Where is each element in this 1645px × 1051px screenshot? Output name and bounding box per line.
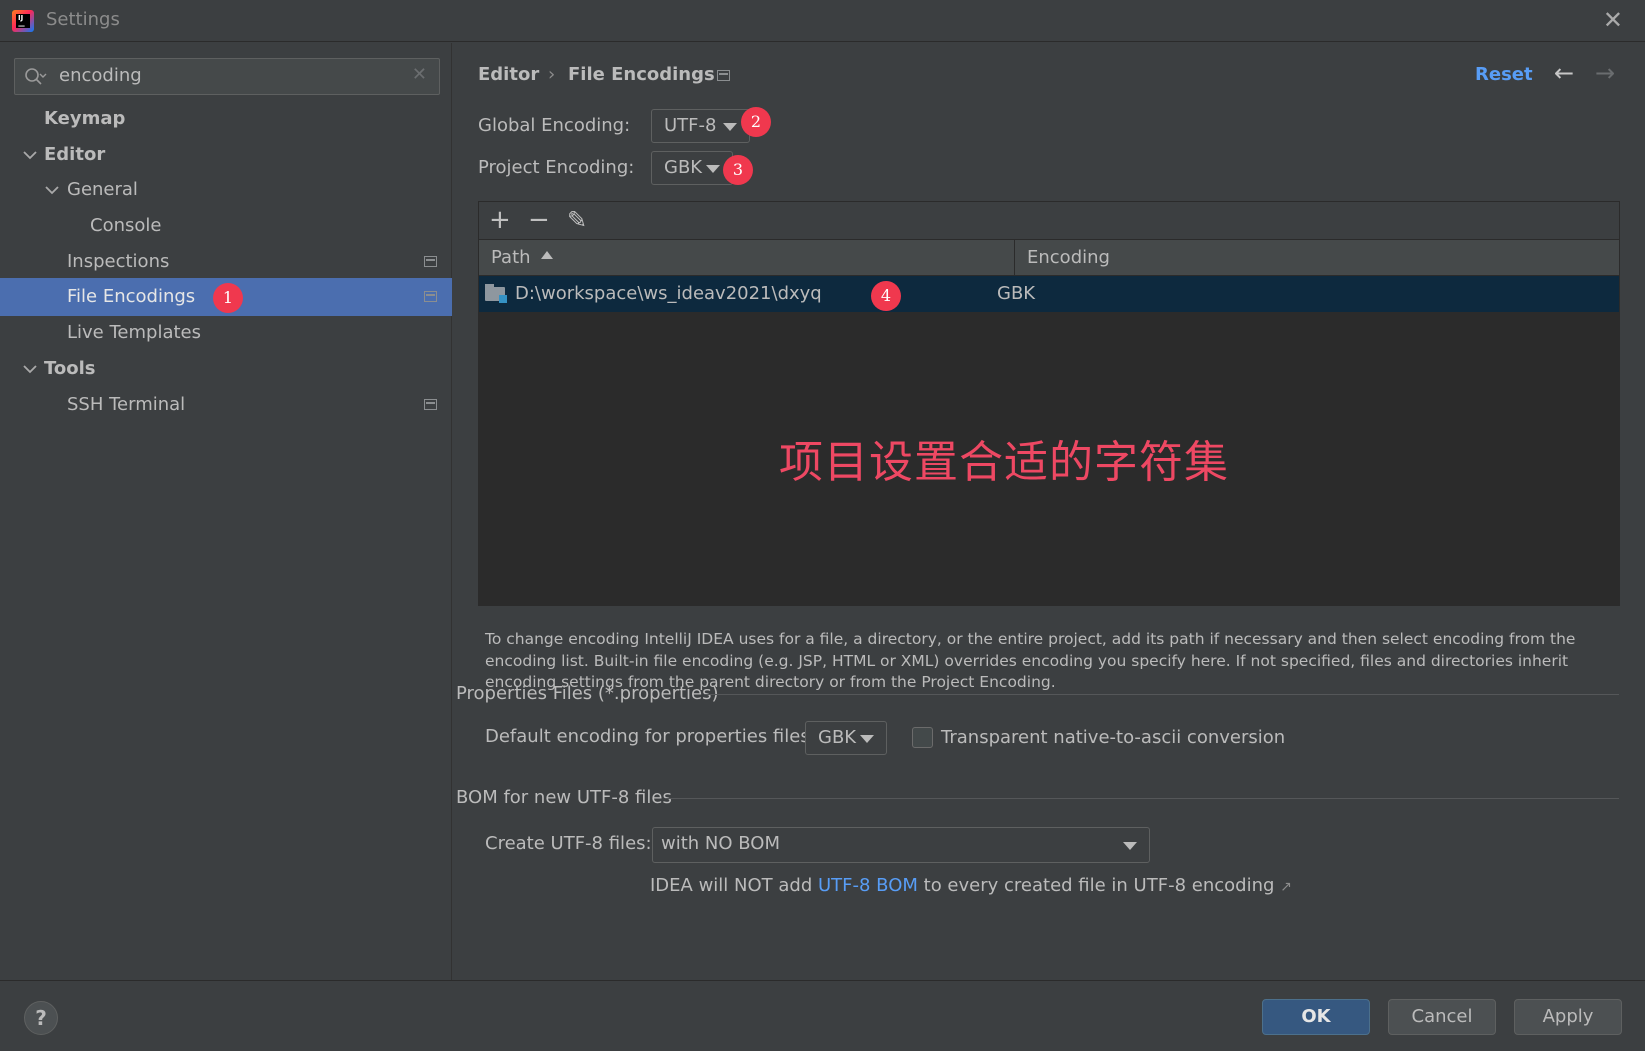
- step-badge-3: 3: [723, 155, 753, 185]
- column-header-label: Path: [491, 247, 531, 268]
- properties-encoding-value: GBK: [818, 727, 857, 748]
- project-scope-icon: [424, 256, 437, 267]
- sidebar-item-label: Keymap: [44, 108, 126, 129]
- project-encoding-value: GBK: [664, 157, 703, 178]
- folder-icon: [485, 284, 507, 303]
- step-badge-4: 4: [871, 281, 901, 311]
- search-field[interactable]: encoding ✕: [14, 58, 440, 95]
- global-encoding-value: UTF-8: [664, 115, 717, 136]
- path-cell[interactable]: D:\workspace\ws_ideav2021\dxyq: [509, 276, 1009, 312]
- sort-ascending-icon: [540, 251, 553, 259]
- sidebar-item-label: Editor: [44, 144, 106, 165]
- sidebar-item-keymap[interactable]: Keymap: [0, 100, 452, 138]
- edit-pencil-icon[interactable]: ✎: [567, 204, 587, 236]
- project-scope-icon: [717, 70, 730, 81]
- bom-note: IDEA will NOT add UTF-8 BOM to every cre…: [650, 875, 1292, 896]
- sidebar-item-inspections[interactable]: Inspections: [0, 243, 452, 281]
- search-input[interactable]: encoding: [59, 65, 142, 86]
- step-badge-2: 2: [741, 107, 771, 137]
- breadcrumb-separator: ›: [548, 64, 556, 85]
- apply-button[interactable]: Apply: [1514, 999, 1622, 1035]
- chevron-down-icon[interactable]: [22, 362, 38, 376]
- search-icon: [25, 68, 47, 85]
- encoding-cell[interactable]: GBK: [997, 276, 1035, 312]
- back-arrow-icon[interactable]: ←: [1554, 59, 1574, 87]
- project-scope-icon: [424, 291, 437, 302]
- breadcrumb-editor[interactable]: Editor: [478, 64, 539, 85]
- sidebar-item-label: Inspections: [67, 251, 170, 272]
- external-link-icon[interactable]: ↗: [1280, 879, 1292, 895]
- global-encoding-label: Global Encoding:: [478, 115, 631, 136]
- dropdown-arrow-icon: [860, 735, 874, 743]
- table-row[interactable]: D:\workspace\ws_ideav2021\dxyq 4 GBK: [479, 276, 1619, 312]
- group-separator: [705, 694, 1619, 695]
- project-scope-icon: [424, 399, 437, 410]
- sidebar-item-console[interactable]: Console: [0, 207, 452, 245]
- cancel-button[interactable]: Cancel: [1388, 999, 1496, 1035]
- native-to-ascii-label[interactable]: Transparent native-to-ascii conversion: [941, 727, 1285, 748]
- properties-encoding-dropdown[interactable]: GBK: [805, 721, 887, 755]
- dialog-footer: ? OK Cancel Apply: [0, 980, 1645, 1051]
- sidebar-item-label: Console: [90, 215, 162, 236]
- bom-note-text: to every created file in UTF-8 encoding: [917, 875, 1275, 896]
- sidebar-item-label: General: [67, 179, 138, 200]
- dropdown-arrow-icon: [1123, 842, 1137, 850]
- add-icon[interactable]: +: [489, 204, 511, 236]
- sidebar-item-file-encodings[interactable]: File Encodings 1: [0, 278, 452, 316]
- remove-icon[interactable]: −: [528, 204, 550, 236]
- table-toolbar: + − ✎: [479, 202, 1619, 240]
- table-body: D:\workspace\ws_ideav2021\dxyq 4 GBK 项目设…: [479, 276, 1619, 605]
- properties-default-label: Default encoding for properties files:: [485, 726, 816, 747]
- table-header: Path Encoding: [479, 240, 1619, 276]
- sidebar-item-label: Live Templates: [67, 322, 201, 343]
- sidebar-item-general[interactable]: General: [0, 171, 452, 209]
- group-separator: [665, 798, 1619, 799]
- native-to-ascii-checkbox[interactable]: [912, 727, 933, 748]
- settings-sidebar: encoding ✕ Keymap Editor General Console…: [0, 43, 452, 980]
- dropdown-arrow-icon: [723, 123, 737, 131]
- step-badge-1: 1: [213, 283, 243, 313]
- project-encoding-dropdown[interactable]: GBK: [651, 151, 733, 185]
- create-utf8-value: with NO BOM: [661, 833, 780, 854]
- ok-button[interactable]: OK: [1262, 999, 1370, 1035]
- create-utf8-label: Create UTF-8 files:: [485, 833, 652, 854]
- sidebar-item-editor[interactable]: Editor: [0, 136, 452, 174]
- sidebar-item-tools[interactable]: Tools: [0, 350, 452, 388]
- sidebar-item-label: SSH Terminal: [67, 394, 186, 415]
- annotation-text: 项目设置合适的字符集: [779, 437, 1229, 488]
- chevron-down-icon[interactable]: [44, 183, 60, 197]
- sidebar-item-live-templates[interactable]: Live Templates: [0, 314, 452, 352]
- column-header-encoding[interactable]: Encoding: [1015, 240, 1619, 276]
- create-utf8-dropdown[interactable]: with NO BOM: [652, 827, 1150, 863]
- sidebar-item-ssh-terminal[interactable]: SSH Terminal: [0, 386, 452, 424]
- help-button[interactable]: ?: [24, 1001, 58, 1035]
- reset-link[interactable]: Reset: [1475, 64, 1533, 85]
- column-header-path[interactable]: Path: [479, 240, 1015, 276]
- project-encoding-label: Project Encoding:: [478, 157, 635, 178]
- page-title: File Encodings: [568, 64, 715, 85]
- sidebar-item-label: File Encodings: [67, 286, 196, 307]
- path-encoding-table: + − ✎ Path Encoding D:\workspace\ws_idea…: [478, 201, 1620, 606]
- intellij-app-icon: IJ —: [12, 10, 34, 32]
- chevron-down-icon[interactable]: [22, 148, 38, 162]
- sidebar-item-label: Tools: [44, 358, 96, 379]
- column-header-label: Encoding: [1027, 247, 1110, 268]
- properties-group-title: Properties Files (*.properties): [456, 683, 719, 704]
- global-encoding-dropdown[interactable]: UTF-8: [651, 109, 750, 143]
- window-title: Settings: [46, 9, 120, 30]
- bom-group-title: BOM for new UTF-8 files: [456, 787, 672, 808]
- utf8-bom-link[interactable]: UTF-8 BOM: [818, 875, 918, 896]
- settings-content: Editor › File Encodings Reset ← → Global…: [453, 43, 1645, 980]
- close-icon[interactable]: ✕: [1603, 8, 1623, 32]
- bom-note-text: IDEA will NOT add: [650, 875, 818, 896]
- dropdown-arrow-icon: [706, 165, 720, 173]
- title-bar: IJ — Settings ✕: [0, 0, 1645, 42]
- forward-arrow-icon[interactable]: →: [1595, 59, 1615, 87]
- clear-search-icon[interactable]: ✕: [412, 64, 427, 85]
